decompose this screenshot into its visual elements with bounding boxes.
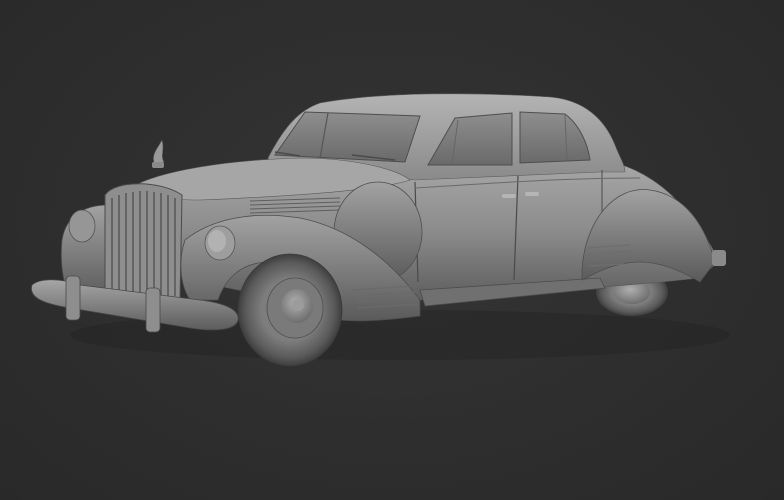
front-wheel [237, 253, 343, 367]
car-render [31, 93, 730, 367]
3d-viewport[interactable] [0, 0, 784, 500]
hood-ornament [152, 139, 165, 168]
headlight [204, 225, 236, 261]
radiator-grille [104, 183, 183, 301]
